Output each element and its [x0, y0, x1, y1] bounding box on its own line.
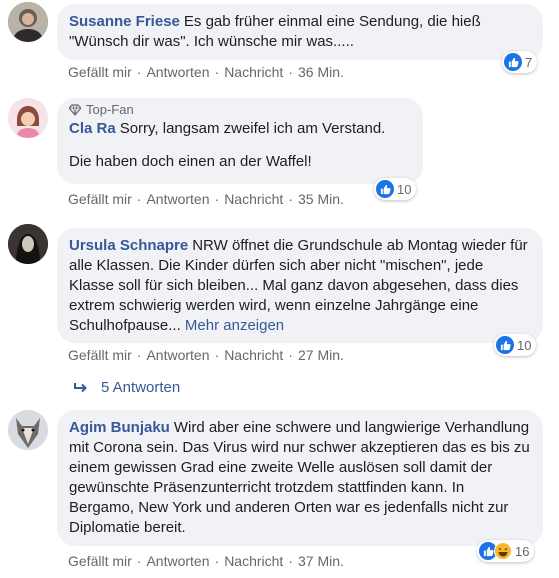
- comment-text-second: Die haben doch einen an der Waffel!: [69, 153, 312, 170]
- comment-actions: Gefällt mir · Antworten · Nachricht · 27…: [68, 347, 344, 363]
- comment-text: Sorry, langsam zweifel ich am Verstand.: [119, 120, 386, 137]
- comment-bubble: Top-Fan Cla Ra Sorry, langsam zweifel ich…: [57, 98, 423, 184]
- comment-text: Wird aber eine schwere und langwierige V…: [69, 419, 530, 536]
- comment-bubble: Susanne Friese Es gab früher einmal eine …: [57, 4, 543, 60]
- comment-actions: Gefällt mir · Antworten · Nachricht · 36…: [68, 64, 344, 80]
- thumbs-up-icon: [504, 53, 522, 71]
- comment-bubble: Ursula Schnapre NRW öffnet die Grundschul…: [57, 228, 543, 343]
- author-name[interactable]: Ursula Schnapre: [69, 237, 188, 254]
- reply-arrow-icon: [74, 382, 87, 392]
- comment-bubble: Agim Bunjaku Wird aber eine schwere und l…: [57, 410, 543, 546]
- top-fan-badge[interactable]: Top-Fan: [69, 102, 411, 117]
- comment-actions: Gefällt mir · Antworten · Nachricht · 35…: [68, 191, 344, 207]
- author-name[interactable]: Susanne Friese: [69, 13, 180, 30]
- avatar[interactable]: [8, 98, 48, 138]
- reaction-count: 10: [517, 337, 532, 353]
- timestamp[interactable]: 27 Min.: [298, 347, 344, 363]
- avatar[interactable]: [8, 224, 48, 264]
- top-fan-label: Top-Fan: [86, 102, 134, 117]
- reaction-badge[interactable]: 10: [374, 178, 417, 200]
- comment-actions: Gefällt mir · Antworten · Nachricht · 37…: [68, 553, 344, 569]
- reaction-count: 7: [525, 54, 533, 70]
- reply-link[interactable]: Antworten: [146, 553, 209, 569]
- thumbs-up-icon: [496, 336, 514, 354]
- reaction-badge[interactable]: 7: [502, 51, 538, 73]
- message-link[interactable]: Nachricht: [224, 553, 283, 569]
- show-more-link[interactable]: Mehr anzeigen: [185, 317, 284, 334]
- timestamp[interactable]: 37 Min.: [298, 553, 344, 569]
- thumbs-up-icon: [376, 180, 394, 198]
- reply-link[interactable]: Antworten: [146, 347, 209, 363]
- reaction-count: 16: [515, 543, 530, 559]
- timestamp[interactable]: 36 Min.: [298, 64, 344, 80]
- reaction-badge[interactable]: 16: [477, 540, 535, 562]
- like-link[interactable]: Gefällt mir: [68, 64, 132, 80]
- like-link[interactable]: Gefällt mir: [68, 347, 132, 363]
- diamond-icon: [69, 103, 81, 116]
- avatar[interactable]: [8, 410, 48, 450]
- like-link[interactable]: Gefällt mir: [68, 191, 132, 207]
- replies-count: 5 Antworten: [101, 379, 181, 396]
- view-replies-link[interactable]: 5 Antworten: [73, 379, 180, 396]
- reaction-badge[interactable]: 10: [494, 334, 537, 356]
- message-link[interactable]: Nachricht: [224, 191, 283, 207]
- author-name[interactable]: Agim Bunjaku: [69, 419, 170, 436]
- avatar[interactable]: [8, 2, 48, 42]
- like-link[interactable]: Gefällt mir: [68, 553, 132, 569]
- author-name[interactable]: Cla Ra: [69, 120, 116, 137]
- message-link[interactable]: Nachricht: [224, 347, 283, 363]
- haha-emoji-icon: [494, 542, 512, 560]
- message-link[interactable]: Nachricht: [224, 64, 283, 80]
- reaction-count: 10: [397, 181, 412, 197]
- reply-link[interactable]: Antworten: [146, 191, 209, 207]
- timestamp[interactable]: 35 Min.: [298, 191, 344, 207]
- reply-link[interactable]: Antworten: [146, 64, 209, 80]
